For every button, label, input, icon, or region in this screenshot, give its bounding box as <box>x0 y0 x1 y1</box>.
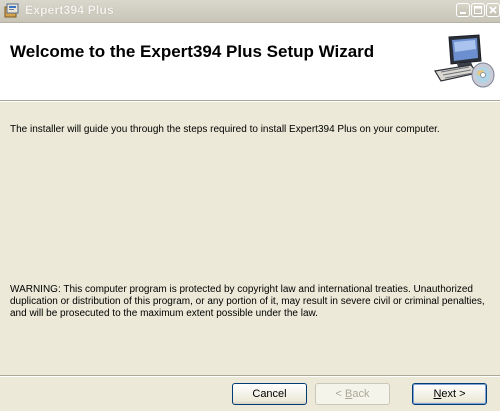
header-divider <box>0 101 500 102</box>
back-button-prefix: < <box>335 388 345 400</box>
back-button[interactable]: < Back <box>315 383 390 405</box>
intro-text: The installer will guide you through the… <box>10 124 440 135</box>
setup-wizard-window: Expert394 Plus Welcome to the Expert394 … <box>0 0 500 411</box>
footer-divider <box>0 375 500 377</box>
back-button-label-rest: ack <box>352 388 370 400</box>
next-button[interactable]: Next > <box>412 383 487 405</box>
installer-icon <box>4 3 20 19</box>
copyright-warning-text: WARNING: This computer program is protec… <box>10 284 485 319</box>
next-button-label-rest: ext > <box>441 388 466 400</box>
window-title: Expert394 Plus <box>25 3 114 17</box>
maximize-button[interactable] <box>471 3 485 17</box>
maximize-icon <box>474 6 482 14</box>
close-button[interactable] <box>486 3 500 17</box>
minimize-icon <box>460 12 466 14</box>
cancel-button-label: Cancel <box>252 388 287 400</box>
title-bar[interactable]: Expert394 Plus <box>0 0 500 23</box>
close-icon <box>489 6 497 14</box>
cancel-button[interactable]: Cancel <box>232 383 307 405</box>
page-title: Welcome to the Expert394 Plus Setup Wiza… <box>10 42 375 61</box>
computer-with-disc-icon <box>427 31 497 95</box>
minimize-button[interactable] <box>456 3 470 17</box>
wizard-header: Welcome to the Expert394 Plus Setup Wiza… <box>0 23 500 101</box>
